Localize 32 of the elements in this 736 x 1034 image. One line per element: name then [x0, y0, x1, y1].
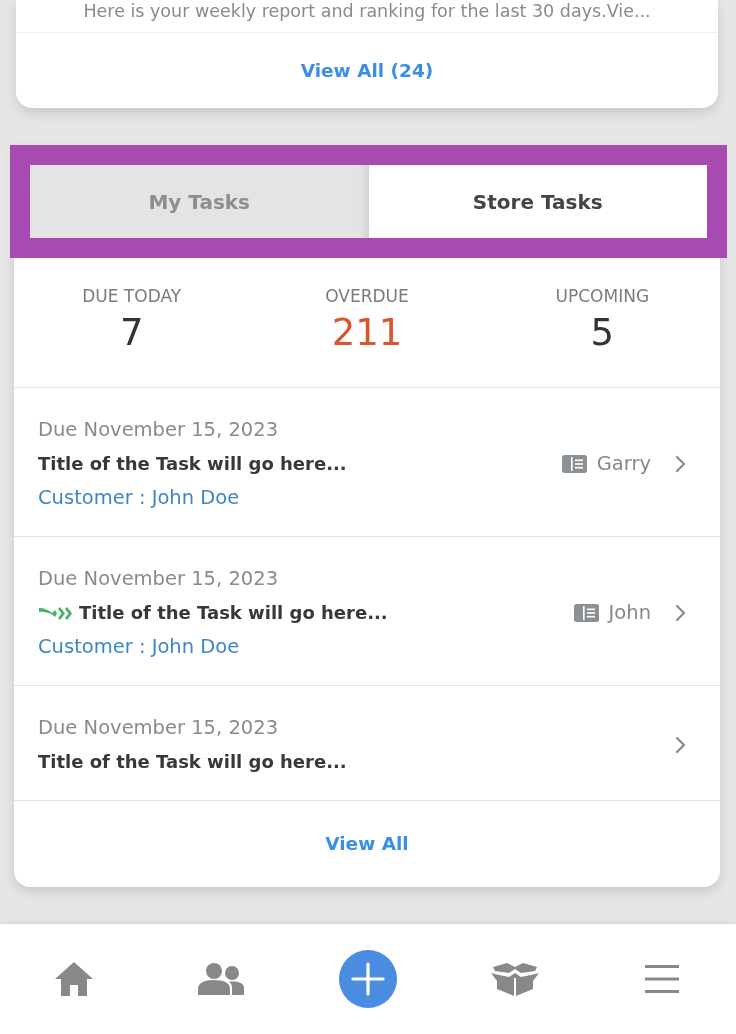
tab[interactable]: Store Tasks — [368, 165, 707, 238]
customer-name: Customer : John Doe — [38, 485, 241, 511]
task-row[interactable]: Due November 15, 2023 Title of the Task will go here... Customer : John Doe John — [14, 537, 720, 686]
task-row[interactable]: Due November 15, 2023 Title of the Task will go here... — [14, 686, 720, 801]
add-button[interactable] — [338, 950, 397, 1008]
due-date: Due November 15, 2023 — [38, 566, 280, 592]
due-date: Due November 15, 2023 — [38, 715, 280, 741]
assignee-name: Garry — [596, 451, 651, 478]
chevron-right-icon — [675, 736, 686, 754]
menu-icon[interactable] — [645, 965, 680, 993]
chevron-right-icon — [675, 604, 686, 622]
customer-name: Customer : John Doe — [38, 634, 241, 660]
book-icon — [573, 604, 599, 622]
stat-value: 7 — [119, 310, 144, 356]
book-icon — [561, 455, 587, 473]
assignee-name: John — [608, 600, 651, 627]
chevron-right-icon — [675, 455, 686, 473]
task-row[interactable]: Due November 15, 2023 Title of the Task will go here... Customer : John Doe Garry — [14, 388, 720, 537]
task-title: Title of the Task will go here... — [38, 452, 347, 476]
plus-icon — [350, 962, 385, 996]
stat-value: 5 — [590, 310, 615, 356]
task-title: Title of the Task will go here... — [38, 750, 347, 774]
people-icon[interactable] — [197, 963, 244, 995]
stat-label: OVERDUE — [325, 285, 409, 308]
task-title: Title of the Task will go here... — [79, 601, 388, 625]
report-message: Here is your weekly report and ranking for the last 30 days.Vie... — [82, 0, 652, 22]
due-date: Due November 15, 2023 — [38, 417, 280, 443]
home-icon[interactable] — [54, 962, 93, 996]
stat-label: DUE TODAY — [82, 285, 182, 308]
box-icon[interactable] — [491, 962, 540, 996]
stat-label: UPCOMING — [555, 285, 650, 308]
stat-value: 211 — [331, 310, 403, 356]
